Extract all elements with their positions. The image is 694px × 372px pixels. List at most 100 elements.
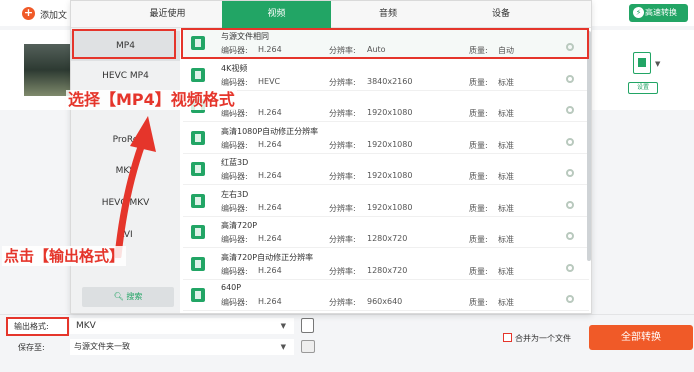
preset-name: 高清1080P自动修正分辨率 <box>221 126 319 136</box>
add-file-icon[interactable]: + <box>22 7 35 20</box>
quality-value: 标准 <box>498 140 514 150</box>
save-to-value: 与源文件夹一致 <box>74 342 130 351</box>
quality-value: 标准 <box>498 77 514 87</box>
gear-icon[interactable] <box>566 200 574 209</box>
format-file-icon <box>191 225 205 239</box>
save-to-select[interactable]: 与源文件夹一致 ▼ <box>70 339 294 355</box>
format-tab-bar: 最近使用 视频 音频 设备 <box>71 1 591 28</box>
preset-name: 红蓝3D <box>221 158 249 167</box>
merge-label[interactable]: 合并为一个文件 <box>515 333 571 344</box>
encoder-value: H.264 <box>258 234 282 243</box>
output-format-label[interactable]: 输出格式: <box>6 317 69 336</box>
gear-icon[interactable] <box>566 169 574 177</box>
search-icon: 🔍︎ <box>113 292 124 301</box>
resolution-value: 1920x1080 <box>367 108 413 117</box>
preset-list-scrollbar[interactable] <box>587 31 591 261</box>
tab-device[interactable]: 设备 <box>445 1 557 28</box>
resolution-label: 分辨率: <box>329 203 356 213</box>
preset-name: 左右3D <box>221 189 249 199</box>
format-file-icon <box>191 193 205 208</box>
output-format-icon[interactable] <box>633 52 651 74</box>
encoder-label: 编码器: <box>221 235 248 244</box>
resolution-value: 1920x1080 <box>367 202 413 212</box>
resolution-label: 分辨率: <box>329 235 356 244</box>
selected-preset-highlight-frame <box>181 28 589 59</box>
preset-name: 4K视频 <box>221 63 248 73</box>
format-file-icon <box>191 130 205 145</box>
tab-video[interactable]: 视频 <box>222 1 331 28</box>
preset-name: 高清720P自动修正分辨率 <box>221 252 314 262</box>
format-file-icon <box>191 67 205 82</box>
search-button[interactable]: 🔍︎ 搜索 <box>82 287 174 307</box>
gear-icon[interactable] <box>566 106 574 114</box>
resolution-value: 1280x720 <box>367 265 408 275</box>
preset-row[interactable]: 红蓝3D 编码器: H.264 分辨率: 1920x1080 质量: 标准 <box>183 154 589 185</box>
quality-value: 标准 <box>498 172 514 181</box>
preset-row[interactable]: 4K视频 编码器: HEVC 分辨率: 3840x2160 质量: 标准 <box>183 60 589 91</box>
encoder-value: HEVC <box>258 76 281 86</box>
encoder-label: 编码器: <box>221 172 248 181</box>
settings-button[interactable]: 设置 <box>628 82 658 94</box>
encoder-value: H.264 <box>258 202 282 212</box>
category-hevc-mp4[interactable]: HEVC MP4 <box>71 61 180 91</box>
resolution-value: 1920x1080 <box>367 171 413 180</box>
quality-label: 质量: <box>469 235 488 244</box>
encoder-label: 编码器: <box>221 203 248 213</box>
quality-value: 标准 <box>498 235 514 244</box>
preset-name: 640P <box>221 283 242 292</box>
resolution-label: 分辨率: <box>329 266 356 276</box>
preset-row[interactable]: 编码器: H.264 分辨率: 1920x1080 质量: 标准 <box>183 91 589 122</box>
preset-name: 高清720P <box>221 221 258 230</box>
preset-row[interactable]: 640P 编码器: H.264 分辨率: 960x640 质量: 标准 <box>183 280 589 311</box>
encoder-label: 编码器: <box>221 266 248 276</box>
preset-row[interactable]: 高清1080P自动修正分辨率 编码器: H.264 分辨率: 1920x1080 质量: 标… <box>183 123 589 154</box>
resolution-value: 3840x2160 <box>367 76 413 86</box>
format-edit-icon[interactable] <box>301 318 314 333</box>
tab-audio[interactable]: 音频 <box>334 1 442 28</box>
annotation-arrow <box>114 116 156 258</box>
add-file-label[interactable]: 添加文 <box>40 8 67 21</box>
preset-row[interactable]: 高清720P自动修正分辨率 编码器: H.264 分辨率: 1280x720 质量: 标准 <box>183 249 589 280</box>
encoder-value: H.264 <box>258 139 282 149</box>
turbo-convert-button[interactable]: ⚡ 高速转换 <box>629 4 688 22</box>
resolution-value: 1920x1080 <box>367 139 413 149</box>
gear-icon[interactable] <box>566 295 574 303</box>
format-file-icon <box>191 256 205 271</box>
resolution-label: 分辨率: <box>329 77 356 87</box>
preset-row[interactable]: 高清720P 编码器: H.264 分辨率: 1280x720 质量: 标准 <box>183 217 589 248</box>
merge-checkbox[interactable] <box>503 333 512 342</box>
resolution-label: 分辨率: <box>329 109 356 118</box>
preset-row[interactable]: 左右3D 编码器: H.264 分辨率: 1920x1080 质量: 标准 <box>183 186 589 217</box>
tab-recent[interactable]: 最近使用 <box>115 1 220 28</box>
format-file-icon <box>191 288 205 302</box>
chevron-down-icon[interactable]: ▼ <box>655 60 660 68</box>
format-file-icon <box>191 162 205 176</box>
gear-icon[interactable] <box>566 263 574 272</box>
annotation-select-mp4: 选择【MP4】视频格式 <box>66 90 237 110</box>
folder-icon[interactable] <box>301 340 315 353</box>
quality-value: 标准 <box>498 109 514 118</box>
output-format-select[interactable]: MKV ▼ <box>70 318 294 334</box>
quality-value: 标准 <box>498 203 514 213</box>
quality-label: 质量: <box>469 77 488 87</box>
turbo-convert-label: 高速转换 <box>645 8 677 17</box>
convert-all-button[interactable]: 全部转换 <box>589 325 693 350</box>
quality-label: 质量: <box>469 172 488 181</box>
encoder-value: H.264 <box>258 108 282 117</box>
resolution-label: 分辨率: <box>329 298 356 307</box>
video-thumbnail <box>24 44 72 96</box>
lightning-icon: ⚡ <box>633 7 644 18</box>
converter-app: + 添加文 ⚡ 高速转换 ▼ 设置 输出格式: MKV ▼ 保存至: 与源文件夹… <box>0 0 694 372</box>
quality-label: 质量: <box>469 298 488 307</box>
gear-icon[interactable] <box>566 232 574 240</box>
encoder-label: 编码器: <box>221 140 248 150</box>
save-to-label: 保存至: <box>18 343 45 352</box>
encoder-value: H.264 <box>258 265 282 275</box>
gear-icon[interactable] <box>566 137 574 146</box>
quality-label: 质量: <box>469 266 488 276</box>
encoder-label: 编码器: <box>221 298 248 307</box>
gear-icon[interactable] <box>566 74 574 83</box>
quality-label: 质量: <box>469 203 488 213</box>
quality-label: 质量: <box>469 109 488 118</box>
output-format-value: MKV <box>76 321 96 331</box>
